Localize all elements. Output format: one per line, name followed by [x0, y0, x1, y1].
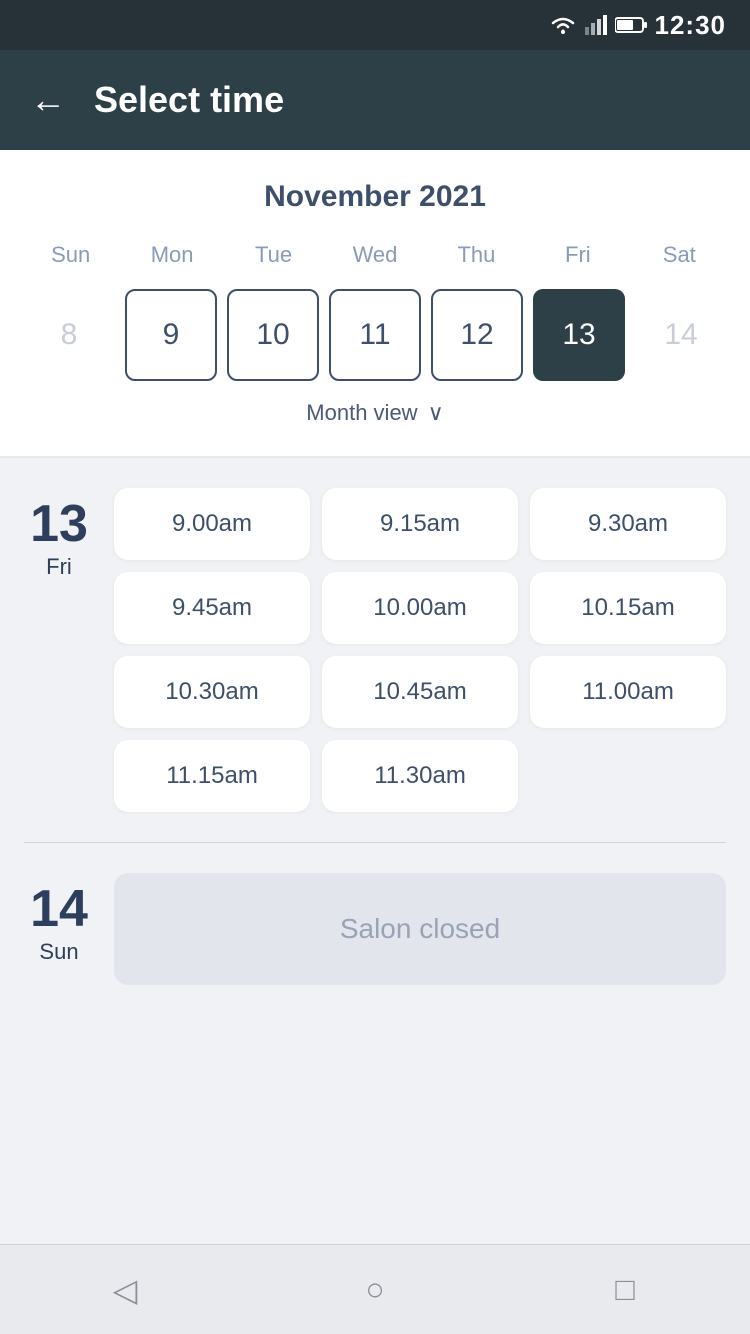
- time-slot-915am[interactable]: 9.15am: [322, 488, 518, 560]
- home-nav-icon[interactable]: ○: [350, 1265, 400, 1315]
- date-cell-14[interactable]: 14: [635, 289, 727, 381]
- time-slots-grid-13: 9.00am 9.15am 9.30am 9.45am 10.00am 10.1…: [114, 488, 726, 812]
- day-name-14: Sun: [39, 939, 78, 965]
- time-slot-1015am[interactable]: 10.15am: [530, 572, 726, 644]
- date-cell-12[interactable]: 12: [431, 289, 523, 381]
- day-header-wed: Wed: [324, 236, 425, 274]
- day-header-tue: Tue: [223, 236, 324, 274]
- month-year-title: November 2021: [20, 180, 730, 214]
- day-number-13: 13: [30, 498, 88, 550]
- day-label-14: 14 Sun: [24, 873, 94, 985]
- status-bar: 12:30: [0, 0, 750, 50]
- chevron-down-icon: ∨: [428, 400, 444, 426]
- time-slot-1130am[interactable]: 11.30am: [322, 740, 518, 812]
- back-nav-icon[interactable]: ◁: [100, 1265, 150, 1315]
- time-section: 13 Fri 9.00am 9.15am 9.30am 9.45am 10.00…: [0, 458, 750, 1045]
- day-number-14: 14: [30, 883, 88, 935]
- calendar-section: November 2021 Sun Mon Tue Wed Thu Fri Sa…: [0, 150, 750, 456]
- day-name-13: Fri: [46, 554, 72, 580]
- time-slot-1030am[interactable]: 10.30am: [114, 656, 310, 728]
- wifi-icon: [549, 15, 577, 35]
- day-header-fri: Fri: [527, 236, 628, 274]
- day-header-thu: Thu: [426, 236, 527, 274]
- day-header-sun: Sun: [20, 236, 121, 274]
- app-header: ← Select time: [0, 50, 750, 150]
- battery-icon: [615, 16, 647, 34]
- day-divider: [24, 842, 726, 843]
- day-header-sat: Sat: [629, 236, 730, 274]
- date-cell-9[interactable]: 9: [125, 289, 217, 381]
- time-slot-1100am[interactable]: 11.00am: [530, 656, 726, 728]
- back-button[interactable]: ←: [30, 79, 66, 121]
- day-header-mon: Mon: [121, 236, 222, 274]
- date-cell-10[interactable]: 10: [227, 289, 319, 381]
- day-headers: Sun Mon Tue Wed Thu Fri Sat: [20, 236, 730, 274]
- page-title: Select time: [94, 79, 284, 121]
- signal-icon: [585, 15, 607, 35]
- date-cell-13[interactable]: 13: [533, 289, 625, 381]
- day-label-13: 13 Fri: [24, 488, 94, 812]
- month-view-label: Month view: [306, 400, 417, 426]
- bottom-nav: ◁ ○ □: [0, 1244, 750, 1334]
- status-icons: 12:30: [549, 10, 727, 41]
- time-slot-930am[interactable]: 9.30am: [530, 488, 726, 560]
- day-section-14: 14 Sun Salon closed: [24, 873, 726, 985]
- month-view-toggle[interactable]: Month view ∨: [20, 384, 730, 436]
- time-slot-900am[interactable]: 9.00am: [114, 488, 310, 560]
- date-cell-8[interactable]: 8: [23, 289, 115, 381]
- time-slot-1115am[interactable]: 11.15am: [114, 740, 310, 812]
- recent-nav-icon[interactable]: □: [600, 1265, 650, 1315]
- date-cell-11[interactable]: 11: [329, 289, 421, 381]
- day-section-13: 13 Fri 9.00am 9.15am 9.30am 9.45am 10.00…: [24, 488, 726, 812]
- time-slot-945am[interactable]: 9.45am: [114, 572, 310, 644]
- week-row: 8 9 10 11 12 13 14: [20, 286, 730, 384]
- status-time: 12:30: [655, 10, 727, 41]
- time-slot-1045am[interactable]: 10.45am: [322, 656, 518, 728]
- salon-closed-box: Salon closed: [114, 873, 726, 985]
- time-slot-1000am[interactable]: 10.00am: [322, 572, 518, 644]
